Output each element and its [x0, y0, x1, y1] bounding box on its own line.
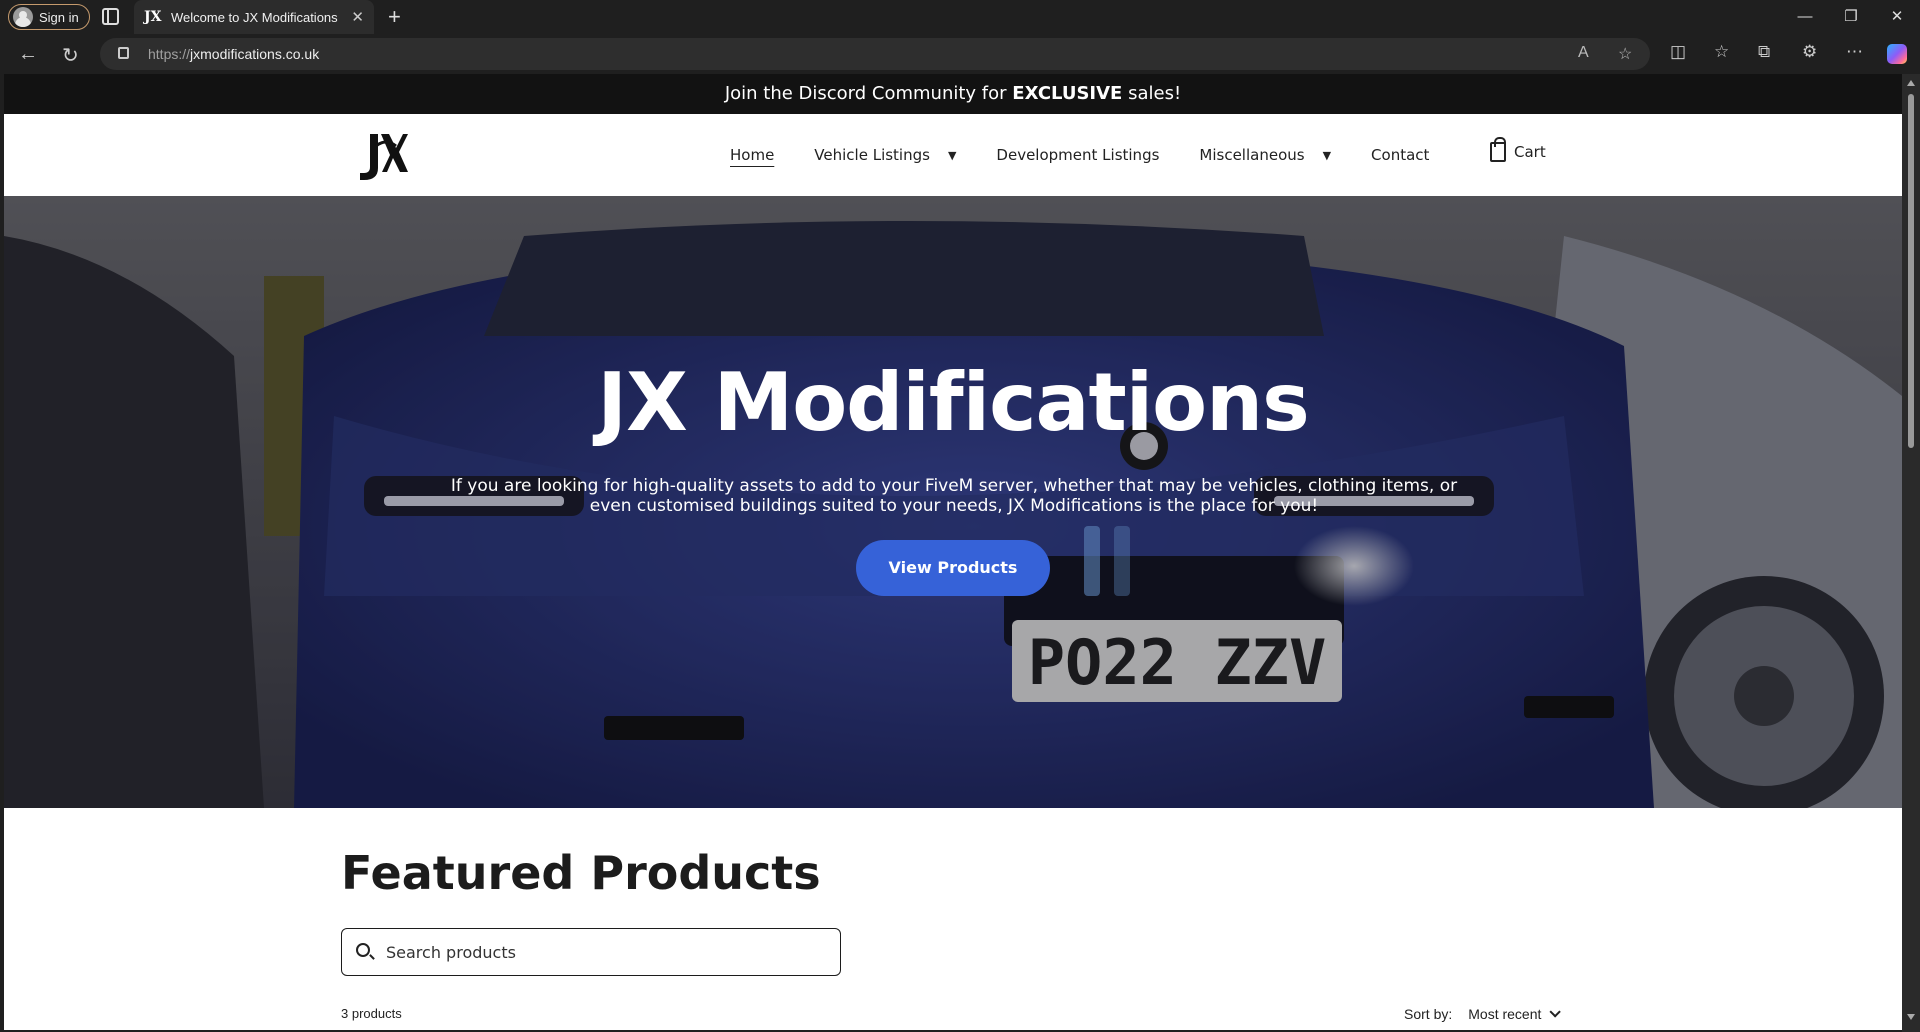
featured-heading: Featured Products — [341, 846, 821, 900]
shopping-bag-icon — [1490, 137, 1506, 162]
scroll-thumb[interactable] — [1908, 94, 1914, 448]
chevron-down-icon — [1549, 1006, 1562, 1018]
split-screen-icon[interactable]: ◫ — [1670, 42, 1686, 62]
scroll-down-icon[interactable] — [1907, 1014, 1915, 1020]
read-aloud-icon[interactable]: A — [1578, 44, 1589, 62]
browser-tab[interactable]: JX Welcome to JX Modifications | JX ✕ — [134, 0, 374, 34]
more-options-icon[interactable]: ⋯ — [1846, 42, 1863, 62]
page-viewport: Join the Discord Community for EXCLUSIVE… — [4, 74, 1902, 1030]
nav-home[interactable]: Home — [730, 146, 774, 164]
nav-miscellaneous[interactable]: Miscellaneous ▼ — [1199, 146, 1331, 164]
hero-banner: PO22 ZZV JX Modifications If you are loo… — [4, 196, 1902, 808]
sort-select[interactable]: Most recent — [1468, 1006, 1562, 1022]
profile-signin-button[interactable]: Sign in — [8, 4, 90, 30]
caret-down-icon: ▼ — [1322, 148, 1332, 162]
featured-products-section: Featured Products 3 products Sort by: Mo… — [4, 808, 1902, 1030]
close-tab-icon[interactable]: ✕ — [351, 8, 364, 26]
restore-icon[interactable]: ❐ — [1828, 0, 1874, 34]
hero-description: If you are looking for high-quality asse… — [450, 476, 1458, 516]
nav-development-listings[interactable]: Development Listings — [996, 146, 1159, 164]
jx-logo[interactable] — [356, 128, 408, 182]
back-icon[interactable]: ← — [18, 43, 38, 66]
page-scrollbar[interactable] — [1902, 74, 1920, 1032]
lock-icon[interactable] — [118, 47, 129, 59]
product-count: 3 products — [341, 1006, 402, 1021]
search-input[interactable] — [386, 941, 806, 963]
site-header: Home Vehicle Listings ▼ Development Listi… — [4, 114, 1902, 196]
tab-actions-icon[interactable] — [102, 8, 119, 25]
copilot-icon[interactable] — [1887, 44, 1907, 64]
favicon-icon: JX — [144, 9, 162, 25]
window-controls: — ❐ ✕ — [1782, 0, 1920, 34]
caret-down-icon: ▼ — [947, 148, 957, 162]
view-products-button[interactable]: View Products — [856, 540, 1050, 596]
tab-title: Welcome to JX Modifications | JX — [171, 9, 342, 25]
avatar-icon — [13, 7, 33, 27]
new-tab-icon[interactable]: + — [388, 4, 401, 30]
close-window-icon[interactable]: ✕ — [1874, 0, 1920, 34]
favorites-icon[interactable]: ☆ — [1714, 42, 1729, 62]
hero-title: JX Modifications — [597, 356, 1309, 449]
refresh-icon[interactable]: ↻ — [62, 43, 79, 68]
cart-label: Cart — [1514, 143, 1546, 161]
browser-chrome: Sign in JX Welcome to JX Modifications |… — [0, 0, 1920, 74]
favorite-star-icon[interactable]: ☆ — [1618, 44, 1632, 64]
scroll-up-icon[interactable] — [1907, 80, 1915, 86]
address-row: ← ↻ https://jxmodifications.co.uk A ☆ ◫ … — [0, 36, 1920, 72]
product-search-box[interactable] — [341, 928, 841, 976]
signin-label: Sign in — [39, 9, 79, 25]
main-navigation: Home Vehicle Listings ▼ Development Listi… — [730, 114, 1469, 196]
sort-label: Sort by: — [1404, 1006, 1453, 1022]
minimize-icon[interactable]: — — [1782, 0, 1828, 34]
tab-bar: Sign in JX Welcome to JX Modifications |… — [0, 0, 1920, 34]
announcement-bar[interactable]: Join the Discord Community for EXCLUSIVE… — [4, 74, 1902, 114]
cart-link[interactable]: Cart — [1490, 137, 1546, 162]
nav-contact[interactable]: Contact — [1371, 146, 1429, 164]
url-text[interactable]: https://jxmodifications.co.uk — [148, 46, 319, 62]
search-icon — [356, 943, 370, 957]
nav-vehicle-listings[interactable]: Vehicle Listings ▼ — [814, 146, 956, 164]
extensions-icon[interactable]: ⚙ — [1802, 42, 1817, 62]
sort-control[interactable]: Sort by: Most recent — [1404, 1006, 1562, 1022]
collections-icon[interactable]: ⧉ — [1758, 42, 1770, 62]
address-bar[interactable]: https://jxmodifications.co.uk A ☆ — [100, 38, 1650, 70]
